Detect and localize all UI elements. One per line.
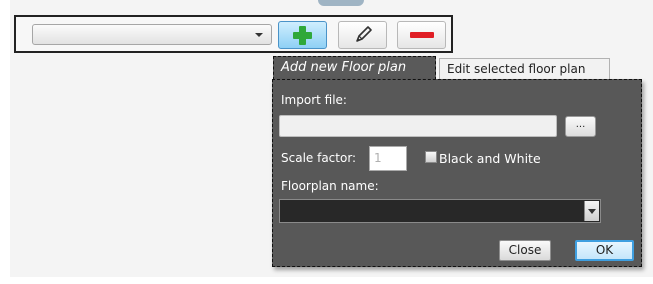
chevron-down-icon (588, 209, 596, 214)
add-floorplan-button[interactable] (278, 21, 327, 49)
minus-icon (410, 32, 434, 38)
black-and-white-checkbox[interactable] (425, 151, 437, 163)
floorplan-select[interactable] (32, 24, 272, 45)
add-floorplan-panel: Import file: ... Scale factor: 1 Black a… (272, 79, 642, 267)
scale-factor-label: Scale factor: (281, 151, 357, 165)
floorplan-name-select[interactable] (279, 199, 601, 223)
floorplan-toolbar (14, 15, 453, 53)
chevron-down-icon (255, 33, 263, 37)
scale-factor-input[interactable]: 1 (369, 146, 407, 171)
close-button[interactable]: Close (499, 240, 551, 261)
floorplan-name-label: Floorplan name: (281, 179, 379, 193)
top-edge-decoration (318, 0, 364, 6)
ok-button[interactable]: OK (575, 240, 634, 261)
pencil-icon (356, 26, 372, 42)
tab-edit-selected-floorplan[interactable]: Edit selected floor plan (439, 58, 610, 80)
import-file-input[interactable] (279, 115, 557, 137)
import-file-label: Import file: (281, 93, 347, 107)
edit-floorplan-button[interactable] (338, 21, 387, 49)
black-and-white-label[interactable]: Black and White (439, 151, 541, 166)
dropdown-button[interactable] (584, 201, 599, 221)
tab-add-new-floorplan[interactable]: Add new Floor plan (273, 56, 436, 80)
delete-floorplan-button[interactable] (397, 21, 446, 49)
browse-button[interactable]: ... (565, 116, 596, 137)
